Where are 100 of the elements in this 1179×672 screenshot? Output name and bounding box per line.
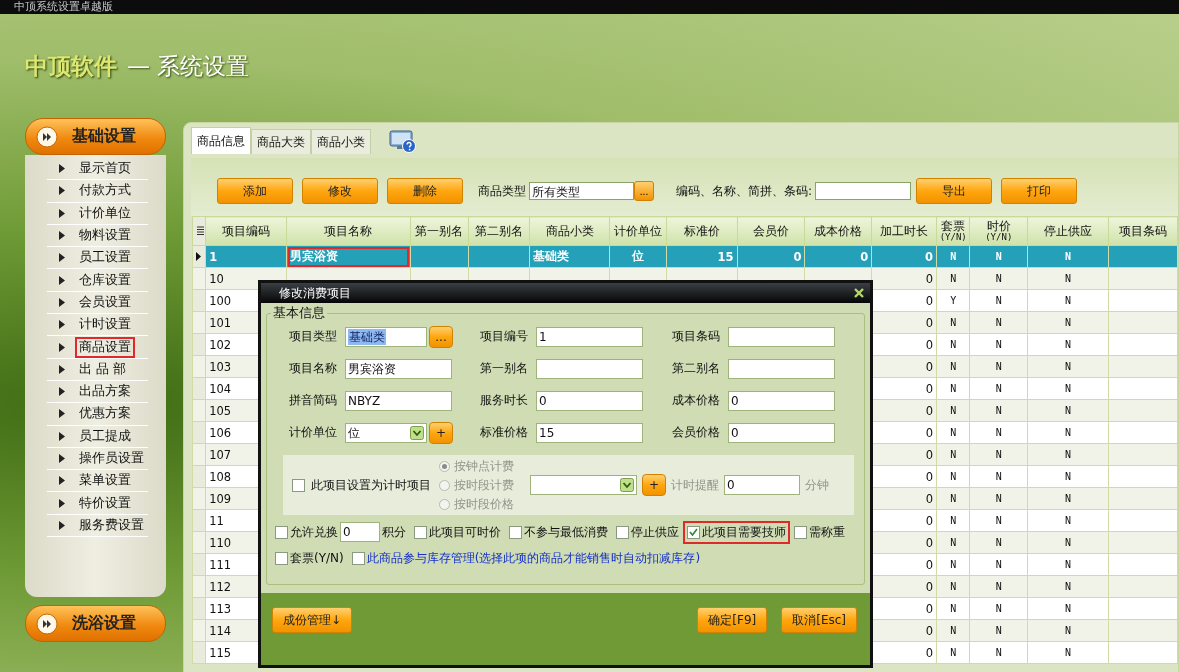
table-cell: 1 bbox=[209, 249, 218, 264]
table-cell: N bbox=[995, 471, 1002, 482]
checkbox[interactable] bbox=[351, 551, 365, 565]
sidebar-item[interactable]: 优惠方案 bbox=[75, 403, 135, 425]
browse-button[interactable]: ... bbox=[634, 181, 654, 201]
column-label: 套票 bbox=[940, 220, 967, 232]
dialog-button[interactable]: 取消[Esc] bbox=[781, 607, 857, 633]
table-cell: N bbox=[950, 251, 957, 262]
input-field[interactable]: 0 bbox=[728, 390, 835, 411]
chevron-down-icon bbox=[620, 478, 634, 492]
table-cell: 0 bbox=[925, 579, 933, 594]
checkbox[interactable] bbox=[509, 525, 522, 539]
table-cell: N bbox=[995, 251, 1002, 262]
sidebar-group-header[interactable]: 洗浴设置 bbox=[25, 605, 166, 642]
checkbox[interactable] bbox=[275, 525, 288, 539]
sidebar-item[interactable]: 特价设置 bbox=[75, 492, 135, 514]
checkbox[interactable] bbox=[414, 525, 427, 539]
table-cell: N bbox=[995, 361, 1002, 372]
table-cell: 106 bbox=[209, 425, 232, 440]
type-field[interactable]: 所有类型 bbox=[529, 182, 634, 200]
table-cell: N bbox=[1065, 295, 1072, 306]
checkbox-label: 套票(Y/N) bbox=[290, 549, 344, 567]
toolbar-button[interactable]: 添加 bbox=[217, 178, 293, 204]
field-label: 服务时长 bbox=[480, 392, 529, 409]
browse-button[interactable]: ... bbox=[429, 325, 453, 348]
sidebar-item[interactable]: 出 品 部 bbox=[75, 358, 130, 380]
input-field[interactable]: 男宾浴资 bbox=[345, 358, 452, 379]
toolbar-button[interactable]: 打印 bbox=[1001, 178, 1078, 204]
components-button[interactable]: 成份管理↓ bbox=[272, 607, 353, 633]
input-field[interactable] bbox=[728, 358, 835, 379]
checkbox-label: 不参与最低消费 bbox=[524, 523, 608, 541]
sidebar-item[interactable]: 员工设置 bbox=[75, 247, 135, 269]
input-field[interactable]: NBYZ bbox=[345, 390, 452, 411]
search-field[interactable] bbox=[815, 182, 912, 200]
triangle-icon bbox=[59, 520, 65, 530]
tab[interactable]: 商品大类 bbox=[251, 129, 311, 154]
sidebar-group-header[interactable]: 基础设置 bbox=[25, 118, 166, 155]
sidebar-item[interactable]: 出品方案 bbox=[75, 381, 135, 403]
column-sublabel: (Y/N) bbox=[938, 232, 968, 242]
sidebar-item[interactable]: 菜单设置 bbox=[75, 470, 135, 492]
field-label: 会员价格 bbox=[672, 424, 721, 441]
page-title: — 系统设置 bbox=[127, 51, 250, 81]
table-cell: N bbox=[950, 537, 957, 548]
table-cell: N bbox=[950, 493, 957, 504]
field-label: 标准价格 bbox=[480, 424, 529, 441]
table-cell: 110 bbox=[209, 535, 232, 550]
sidebar-item[interactable]: 计价单位 bbox=[75, 202, 135, 224]
tab[interactable]: 商品小类 bbox=[311, 129, 371, 154]
column-header[interactable]: 时价 (Y/N) bbox=[969, 216, 1028, 246]
sidebar-item[interactable]: 会员设置 bbox=[75, 291, 135, 313]
column-label: 时价 bbox=[985, 220, 1012, 232]
dropdown-field[interactable] bbox=[530, 475, 637, 495]
checkbox[interactable] bbox=[794, 525, 807, 539]
radio-label: 按钟点计费 bbox=[454, 457, 514, 475]
toolbar-button[interactable]: 修改 bbox=[302, 178, 378, 204]
sidebar-item[interactable]: 服务费设置 bbox=[75, 514, 148, 536]
input-field[interactable]: 15 bbox=[536, 422, 643, 443]
option-link[interactable]: 此商品参与库存管理(选择此项的商品才能销售时自动扣减库存) bbox=[366, 549, 701, 567]
window-title: 中顶系统设置卓越版 bbox=[0, 0, 1179, 14]
monitor-help-icon[interactable] bbox=[389, 129, 417, 153]
sidebar-item[interactable]: 物料设置 bbox=[75, 225, 135, 247]
toolbar-button[interactable]: 删除 bbox=[387, 178, 463, 204]
sidebar-item[interactable]: 商品设置 bbox=[75, 336, 135, 358]
input-field[interactable]: 1 bbox=[536, 326, 643, 347]
row-pointer-icon bbox=[196, 251, 201, 261]
sidebar-item[interactable]: 员工提成 bbox=[75, 425, 135, 447]
sidebar-item[interactable]: 仓库设置 bbox=[75, 269, 135, 291]
input-field[interactable] bbox=[728, 326, 835, 347]
dialog-button[interactable]: 确定[F9] bbox=[697, 607, 768, 633]
input-field[interactable]: 基础类 bbox=[345, 326, 427, 347]
sidebar-item[interactable]: 付款方式 bbox=[75, 180, 135, 202]
input-field[interactable]: 0 bbox=[340, 522, 380, 542]
table-cell: 113 bbox=[209, 601, 232, 616]
triangle-icon bbox=[59, 342, 65, 352]
table-cell: N bbox=[950, 317, 957, 328]
table-cell: N bbox=[995, 515, 1002, 526]
checkbox[interactable] bbox=[275, 551, 288, 565]
input-field[interactable]: 0 bbox=[536, 390, 643, 411]
sidebar-item[interactable]: 显示首页 bbox=[75, 158, 135, 180]
type-label: 商品类型 bbox=[478, 182, 526, 200]
tab[interactable]: 商品信息 bbox=[191, 127, 251, 154]
input-field[interactable] bbox=[536, 358, 643, 379]
table-cell: N bbox=[1065, 581, 1072, 592]
triangle-icon bbox=[59, 498, 65, 508]
sidebar-item[interactable]: 操作员设置 bbox=[75, 448, 148, 469]
close-icon[interactable] bbox=[854, 288, 864, 298]
triangle-icon bbox=[59, 186, 65, 196]
table-cell: N bbox=[950, 625, 957, 636]
dropdown-field[interactable]: 位 bbox=[345, 422, 427, 443]
checkbox[interactable] bbox=[616, 525, 629, 539]
toolbar-button[interactable]: 导出 bbox=[916, 178, 993, 204]
sidebar-item[interactable]: 计时设置 bbox=[75, 314, 135, 336]
table-cell: N bbox=[995, 383, 1002, 394]
table-cell: 108 bbox=[209, 469, 232, 484]
table-cell: N bbox=[1065, 515, 1072, 526]
input-field[interactable]: 0 bbox=[728, 422, 835, 443]
column-header[interactable]: 套票 (Y/N) bbox=[936, 216, 970, 246]
add-button[interactable]: + bbox=[429, 421, 453, 444]
checkbox[interactable] bbox=[687, 525, 700, 539]
field-label: 项目名称 bbox=[289, 360, 338, 377]
